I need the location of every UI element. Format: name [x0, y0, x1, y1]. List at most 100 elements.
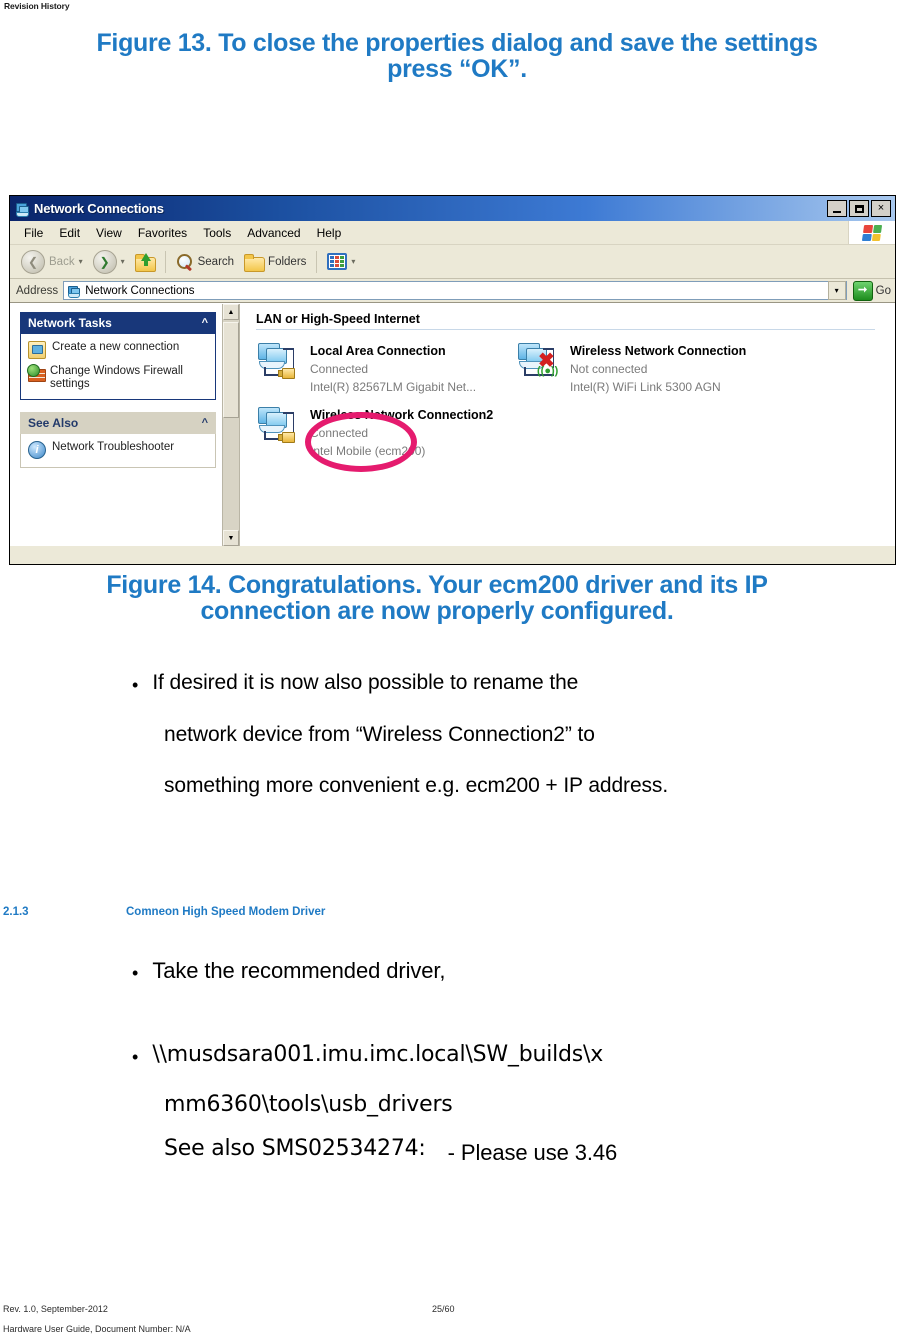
network-tasks-body: Create a new connection Change Windows F… — [20, 334, 216, 401]
create-connection-label: Create a new connection — [52, 341, 180, 353]
forward-button[interactable]: ❯ ▾ — [88, 249, 130, 274]
bullet-dot-icon: • — [132, 963, 139, 983]
connection-device: Intel Mobile (ecm200) — [310, 444, 426, 458]
connection-device: Intel(R) WiFi Link 5300 AGN — [570, 380, 721, 394]
wireless-adapter-icon: ✖ ((●)) — [516, 340, 562, 382]
address-bar: Address Network Connections ▾ ➞ Go — [10, 279, 895, 303]
go-arrow-icon: ➞ — [852, 280, 873, 301]
connection-item-wireless[interactable]: ✖ ((●)) Wireless Network Connection Not … — [516, 340, 895, 396]
chevron-up-icon[interactable]: ^ — [202, 417, 208, 429]
menu-item-help[interactable]: Help — [309, 224, 350, 242]
network-adapter-icon — [256, 340, 302, 382]
maximize-button[interactable] — [849, 200, 869, 217]
toolbar-separator-2 — [316, 250, 318, 273]
title-bar: Network Connections × — [10, 196, 895, 221]
list-item: • \\musdsara001.imu.imc.local\SW_builds\… — [132, 1044, 905, 1067]
see-also-title: See Also — [28, 416, 79, 431]
info-icon: i — [28, 441, 46, 460]
address-input[interactable]: Network Connections ▾ — [63, 281, 847, 300]
figure-14-caption-line2: connection are now properly configured. — [200, 597, 674, 625]
network-connections-icon — [67, 284, 81, 298]
menu-item-favorites[interactable]: Favorites — [130, 224, 195, 242]
sidebar-item-firewall-settings[interactable]: Change Windows Firewall settings — [27, 364, 208, 391]
menu-item-edit[interactable]: Edit — [51, 224, 88, 242]
menu-bar: File Edit View Favorites Tools Advanced … — [10, 221, 895, 245]
rename-instructions-list: • If desired it is now also possible to … — [132, 672, 905, 796]
connection-item-local-area[interactable]: Local Area Connection Connected Intel(R)… — [256, 340, 516, 396]
scroll-down-button[interactable]: ▼ — [223, 530, 239, 546]
list-item: • Take the recommended driver, — [132, 960, 905, 983]
back-dropdown-caret[interactable]: ▾ — [79, 257, 83, 266]
search-button[interactable]: Search — [171, 253, 239, 271]
forward-arrow-icon: ❯ — [92, 249, 117, 274]
list-item-label: If desired it is now also possible to re… — [152, 671, 579, 694]
forward-dropdown-caret[interactable]: ▾ — [121, 257, 125, 266]
scroll-up-button[interactable]: ▲ — [223, 304, 239, 320]
views-dropdown-caret[interactable]: ▾ — [351, 257, 355, 266]
network-adapter-icon — [256, 404, 302, 446]
figure-13-caption: Figure 13. To close the properties dialo… — [22, 30, 892, 82]
footer-page-number: 25/60 — [432, 1304, 455, 1314]
minimize-button[interactable] — [827, 200, 847, 217]
firewall-settings-label: Change Windows Firewall settings — [50, 365, 183, 391]
address-dropdown-button[interactable]: ▾ — [827, 281, 846, 300]
list-item-label: something more convenient e.g. ecm200 + … — [164, 774, 669, 797]
figure-13-caption-line2: press “OK”. — [387, 55, 527, 83]
connections-list: LAN or High-Speed Internet Local Area Co… — [240, 304, 895, 546]
list-item-continuation: something more convenient e.g. ecm200 + … — [132, 775, 905, 796]
list-item-continuation: network device from “Wireless Connection… — [132, 724, 905, 745]
list-item-label: network device from “Wireless Connection… — [164, 723, 595, 746]
network-troubleshooter-label: Network Troubleshooter — [52, 441, 175, 454]
sms-reference-note: - Please use 3.46 — [447, 1140, 618, 1165]
bullet-dot-icon: • — [132, 675, 139, 695]
figure-14-caption: Figure 14. Congratulations. Your ecm200 … — [22, 572, 852, 624]
footer-revision: Rev. 1.0, September-2012 — [3, 1304, 108, 1314]
window-title: Network Connections — [34, 201, 164, 216]
connection-status: Not connected — [570, 362, 648, 376]
vertical-scrollbar[interactable]: ▲ ▼ — [222, 304, 240, 546]
connection-item-wireless2[interactable]: Wireless Network Connection2 Connected I… — [256, 404, 516, 460]
network-tasks-panel: Network Tasks ^ Create a new connection … — [20, 312, 216, 401]
firewall-icon — [27, 364, 46, 382]
folder-up-icon — [134, 252, 156, 272]
network-tasks-header[interactable]: Network Tasks ^ — [20, 312, 216, 334]
list-item: • If desired it is now also possible to … — [132, 672, 905, 694]
see-also-panel: See Also ^ i Network Troubleshooter — [20, 412, 216, 469]
sms-reference: See also SMS02534274: — [164, 1136, 426, 1161]
connection-name: Local Area Connection — [310, 344, 446, 358]
search-label: Search — [197, 255, 235, 268]
back-label: Back — [49, 255, 75, 268]
bullet-dot-icon: • — [132, 1047, 139, 1067]
address-value: Network Connections — [85, 284, 195, 297]
connection-name: Wireless Network Connection2 — [310, 408, 494, 422]
window-controls: × — [827, 200, 893, 217]
sidebar-item-create-connection[interactable]: Create a new connection — [28, 341, 208, 359]
go-button[interactable]: ➞ Go — [852, 280, 891, 301]
connections-grid: Local Area Connection Connected Intel(R)… — [256, 340, 895, 460]
chevron-up-icon[interactable]: ^ — [202, 317, 208, 329]
back-button[interactable]: ❮ Back ▾ — [16, 249, 88, 274]
list-item-continuation: mm6360\tools\usb_drivers — [132, 1094, 905, 1116]
driver-path-line2: mm6360\tools\usb_drivers — [164, 1092, 453, 1117]
folders-button[interactable]: Folders — [239, 253, 311, 272]
up-button[interactable] — [130, 252, 160, 272]
network-connections-icon — [14, 201, 30, 217]
connection-status: Connected — [310, 362, 369, 376]
windows-flag-icon — [848, 221, 895, 244]
menu-item-file[interactable]: File — [16, 224, 51, 242]
sidebar-item-network-troubleshooter[interactable]: i Network Troubleshooter — [28, 441, 208, 460]
new-connection-icon — [28, 341, 46, 359]
close-button[interactable]: × — [871, 200, 891, 217]
scrollbar-track[interactable] — [223, 418, 239, 530]
section-title: Comneon High Speed Modem Driver — [126, 906, 326, 918]
menu-item-advanced[interactable]: Advanced — [239, 224, 308, 242]
network-connections-window[interactable]: Network Connections × File Edit View Fav… — [9, 195, 896, 565]
menu-item-tools[interactable]: Tools — [195, 224, 239, 242]
back-arrow-icon: ❮ — [21, 249, 45, 274]
see-also-header[interactable]: See Also ^ — [20, 412, 216, 435]
views-button[interactable]: ▾ — [322, 253, 360, 270]
running-header: Revision History — [4, 1, 70, 11]
scrollbar-thumb[interactable] — [223, 322, 239, 418]
folders-label: Folders — [268, 255, 307, 268]
menu-item-view[interactable]: View — [88, 224, 130, 242]
